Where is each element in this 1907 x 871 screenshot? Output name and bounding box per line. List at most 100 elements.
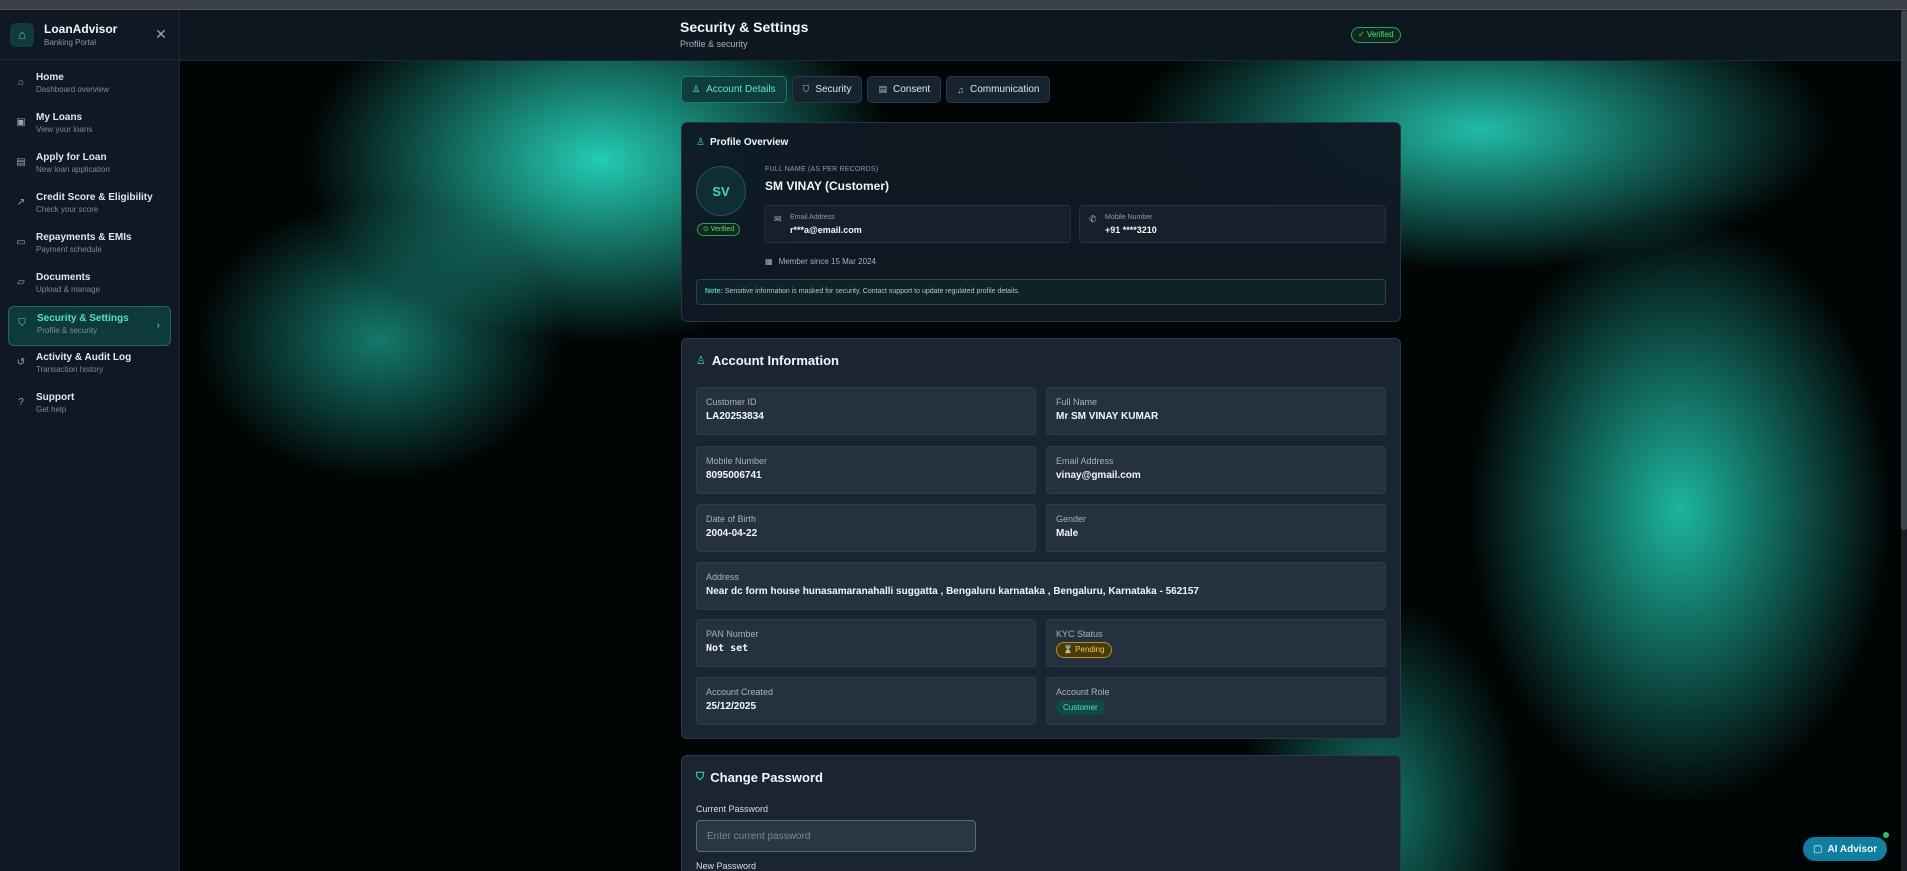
sidebar-item-subtitle: Profile & security [37, 326, 98, 335]
sidebar-item-text: Security & Settings Profile & security [37, 313, 129, 335]
user-icon: ♙ [696, 355, 706, 367]
change-password-title: Change Password [710, 770, 823, 785]
full-name-label: FULL NAME (AS PER RECORDS) [765, 166, 879, 173]
member-since-text: Member since 15 Mar 2024 [778, 257, 876, 266]
account-created-value: 25/12/2025 [706, 701, 757, 712]
folder-icon: ▱ [17, 277, 25, 288]
user-icon: ♙ [692, 84, 701, 94]
sidebar-item-credit-score-eligibility[interactable]: ↗ Credit Score & Eligibility Check your sc… [8, 186, 171, 226]
mobile-number-label: Mobile Number [706, 456, 768, 466]
email-summary-box: ✉ Email Address r***a@email.com [764, 205, 1071, 243]
sidebar-item-label: Activity & Audit Log [36, 352, 132, 363]
shield-icon: ⛉ [696, 771, 705, 783]
sidebar-nav: ⌂ Home Dashboard overview ▣ My Loans View you… [0, 60, 179, 432]
sidebar-item-text: My Loans View your loans [36, 112, 92, 134]
tab-consent[interactable]: ▤ Consent [867, 76, 942, 103]
verified-badge: ✓ Verified [1351, 27, 1401, 43]
profile-overview-title: Profile Overview [709, 137, 789, 148]
pan-number-field: PAN Number Not set [696, 619, 1036, 667]
sidebar-item-documents[interactable]: ▱ Documents Upload & manage [8, 266, 171, 306]
account-created-label: Account Created [706, 687, 774, 697]
sidebar-item-apply-for-loan[interactable]: ▤ Apply for Loan New loan application [8, 146, 171, 186]
sidebar-item-subtitle: Check your score [36, 205, 99, 214]
address-field: Address Near dc form house hunasamaranah… [696, 562, 1386, 610]
mobile-number-value: 8095006741 [706, 470, 762, 481]
settings-tabs: ♙ Account Details ⛉ Security ▤ Consent ♫ Commun… [681, 76, 1051, 103]
gender-value: Male [1056, 528, 1079, 539]
sidebar-item-label: Credit Score & Eligibility [36, 192, 153, 203]
full-name-field-label: Full Name [1056, 397, 1098, 407]
brand-header: ⌂ LoanAdvisor Banking Portal ✕ [0, 10, 179, 60]
sidebar-item-my-loans[interactable]: ▣ My Loans View your loans [8, 106, 171, 146]
sidebar-item-text: Support Get help [36, 392, 74, 414]
sidebar-item-subtitle: Transaction history [36, 365, 104, 374]
customer-id-value: LA20253834 [706, 411, 764, 422]
mobile-summary-box: ✆ Mobile Number +91 ****3210 [1079, 205, 1386, 243]
account-information-card: ♙ Account Information Customer ID LA2025… [681, 338, 1401, 739]
sidebar-item-text: Credit Score & Eligibility Check your sco… [36, 192, 153, 214]
kyc-pending-badge: ⌛ Pending [1056, 642, 1112, 658]
browser-top-strip [0, 0, 1907, 10]
sidebar-item-repayments-emis[interactable]: ▭ Repayments & EMIs Payment schedule [8, 226, 171, 266]
close-sidebar-icon[interactable]: ✕ [153, 26, 169, 43]
wallet-icon: ▣ [16, 117, 26, 128]
address-value: Near dc form house hunasamaranahalli sug… [706, 586, 1199, 597]
account-role-badge: Customer [1056, 700, 1105, 715]
sidebar-item-activity-audit-log[interactable]: ↺ Activity & Audit Log Transaction history [8, 346, 171, 386]
email-address-value: vinay@gmail.com [1056, 470, 1141, 481]
file-icon: ▤ [16, 157, 26, 168]
brand-text: LoanAdvisor Banking Portal [44, 22, 153, 47]
home-logo-icon: ⌂ [10, 22, 34, 47]
file-icon: ▤ [878, 84, 887, 94]
online-status-dot [1883, 832, 1889, 838]
account-information-title: Account Information [711, 353, 839, 368]
sidebar-item-text: Apply for Loan New loan application [36, 152, 110, 174]
change-password-heading: ⛉ Change Password [696, 770, 823, 785]
new-password-label: New Password [696, 861, 757, 871]
credit-card-icon: ▭ [16, 237, 26, 248]
sidebar-item-text: Activity & Audit Log Transaction history [36, 352, 131, 374]
tab-label: Consent [892, 84, 931, 95]
help-icon: ? [18, 397, 24, 408]
ai-advisor-button[interactable]: ▢ AI Advisor [1803, 837, 1888, 861]
sidebar-item-home[interactable]: ⌂ Home Dashboard overview [8, 66, 171, 106]
sidebar-item-label: Home [36, 72, 64, 83]
sidebar-item-security-settings[interactable]: ⛉ Security & Settings Profile & security › [8, 306, 171, 346]
tab-communication[interactable]: ♫ Communication [946, 76, 1051, 103]
ai-advisor-label: AI Advisor [1827, 843, 1878, 855]
avatar-verified-badge: ⊙ Verified [697, 223, 741, 236]
page-scrollbar[interactable] [1901, 10, 1907, 871]
page-title: Security & Settings [680, 19, 809, 35]
account-created-field: Account Created 25/12/2025 [696, 677, 1036, 725]
tab-account-details[interactable]: ♙ Account Details [681, 76, 787, 103]
current-password-input[interactable] [696, 820, 976, 852]
sidebar-item-label: Apply for Loan [36, 152, 107, 163]
calendar-icon: ▦ [765, 257, 773, 266]
sidebar-item-label: Security & Settings [37, 313, 129, 324]
sidebar-item-text: Documents Upload & manage [36, 272, 100, 294]
sidebar-item-label: My Loans [36, 112, 83, 123]
sidebar-item-subtitle: Payment schedule [36, 245, 102, 254]
sidebar: ⌂ LoanAdvisor Banking Portal ✕ ⌂ Home Dash… [0, 10, 180, 871]
sidebar-item-subtitle: New loan application [36, 165, 110, 174]
full-name-field: Full Name Mr SM VINAY KUMAR [1046, 387, 1386, 435]
account-role-field: Account Role Customer [1046, 677, 1386, 725]
date-of-birth-value: 2004-04-22 [706, 528, 758, 539]
page-subtitle: Profile & security [680, 39, 748, 49]
profile-overview-card: ♙ Profile Overview SV ⊙ Verified FULL NA… [681, 122, 1401, 322]
sidebar-item-support[interactable]: ? Support Get help [8, 386, 171, 426]
pan-number-label: PAN Number [706, 629, 759, 639]
page-header: Security & Settings Profile & security ✓… [180, 10, 1907, 61]
phone-icon: ✆ [1089, 214, 1097, 224]
avatar: SV [696, 166, 746, 216]
tab-label: Account Details [706, 84, 776, 95]
sidebar-item-subtitle: View your loans [36, 125, 93, 134]
gender-field: Gender Male [1046, 504, 1386, 552]
date-of-birth-label: Date of Birth [706, 514, 757, 524]
scrollbar-thumb[interactable] [1901, 10, 1907, 530]
tab-label: Security [815, 84, 852, 95]
mobile-summary-label: Mobile Number [1105, 214, 1153, 221]
shield-icon: ⛉ [18, 318, 26, 329]
sidebar-item-label: Documents [36, 272, 91, 283]
tab-security[interactable]: ⛉ Security [791, 76, 863, 103]
